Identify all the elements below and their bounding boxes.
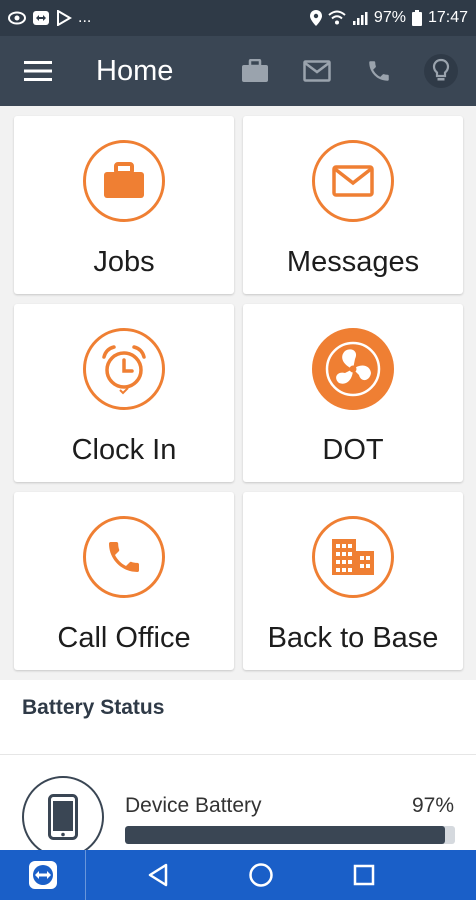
tile-label: Messages (286, 246, 420, 278)
app-bar: Home (0, 36, 476, 106)
battery-percent: 97% (373, 9, 406, 26)
teamviewer-notification-icon (32, 10, 50, 26)
tile-back-to-base[interactable]: Back to Base (243, 492, 463, 670)
tile-label: DOT (322, 434, 384, 466)
recents-square-icon (354, 864, 375, 886)
clock-time: 17:47 (427, 9, 468, 26)
clock-in-icon-circle (83, 328, 165, 410)
eye-icon (8, 11, 26, 25)
lightbulb-icon (424, 54, 458, 88)
tile-label: Jobs (93, 246, 155, 278)
tile-label: Clock In (71, 434, 177, 466)
wifi-icon (328, 10, 346, 26)
divider (0, 754, 476, 755)
signal-icon (352, 10, 368, 26)
device-battery-label: Device Battery (125, 794, 262, 817)
tile-clock-in[interactable]: Clock In (14, 304, 234, 482)
briefcase-icon (242, 59, 268, 82)
tile-label: Back to Base (267, 622, 439, 654)
home-button[interactable] (241, 855, 281, 895)
tile-dot[interactable]: DOT (243, 304, 463, 482)
recents-button[interactable] (344, 855, 384, 895)
location-icon (309, 10, 322, 26)
device-battery-bar (125, 826, 455, 844)
menu-button[interactable] (0, 36, 76, 106)
back-button[interactable] (138, 855, 178, 895)
tile-label: Call Office (57, 622, 191, 654)
alarm-clock-icon (102, 345, 146, 395)
call-action-button[interactable] (360, 52, 398, 90)
mail-icon (303, 60, 331, 82)
status-bar: ... 97% 17:47 (0, 0, 476, 36)
tile-jobs[interactable]: Jobs (14, 116, 234, 294)
battery-status-panel: Battery Status Device Battery 97% (0, 680, 476, 858)
dot-logo-icon (325, 341, 381, 397)
device-battery-percent: 97% (411, 794, 454, 817)
call-office-icon-circle (83, 516, 165, 598)
jobs-icon-circle (83, 140, 165, 222)
dot-icon-circle (312, 328, 394, 410)
briefcase-icon (104, 162, 144, 198)
phone-icon (369, 61, 389, 81)
home-circle-icon (249, 863, 273, 887)
building-icon (332, 539, 374, 575)
back-to-base-icon-circle (312, 516, 394, 598)
battery-status-title: Battery Status (22, 696, 165, 719)
hamburger-icon (24, 61, 52, 81)
teamviewer-button[interactable] (0, 850, 86, 900)
mail-icon (332, 165, 374, 197)
phone-icon (109, 542, 139, 572)
battery-icon (411, 10, 422, 26)
tile-call-office[interactable]: Call Office (14, 492, 234, 670)
back-triangle-icon (148, 863, 167, 887)
messages-icon-circle (312, 140, 394, 222)
device-battery-bar-fill (125, 826, 446, 844)
tile-messages[interactable]: Messages (243, 116, 463, 294)
jobs-action-button[interactable] (236, 52, 274, 90)
teamviewer-icon (28, 861, 57, 889)
system-nav-bar (0, 850, 476, 900)
smartphone-icon (48, 794, 78, 840)
play-store-icon (56, 10, 72, 26)
device-icon-circle (22, 776, 104, 858)
home-tiles-grid: Jobs Messages Clock In DOT Call Office B… (14, 116, 464, 670)
messages-action-button[interactable] (298, 52, 336, 90)
page-title: Home (96, 54, 174, 87)
more-notifications: ... (78, 9, 92, 26)
tips-action-button[interactable] (422, 52, 460, 90)
